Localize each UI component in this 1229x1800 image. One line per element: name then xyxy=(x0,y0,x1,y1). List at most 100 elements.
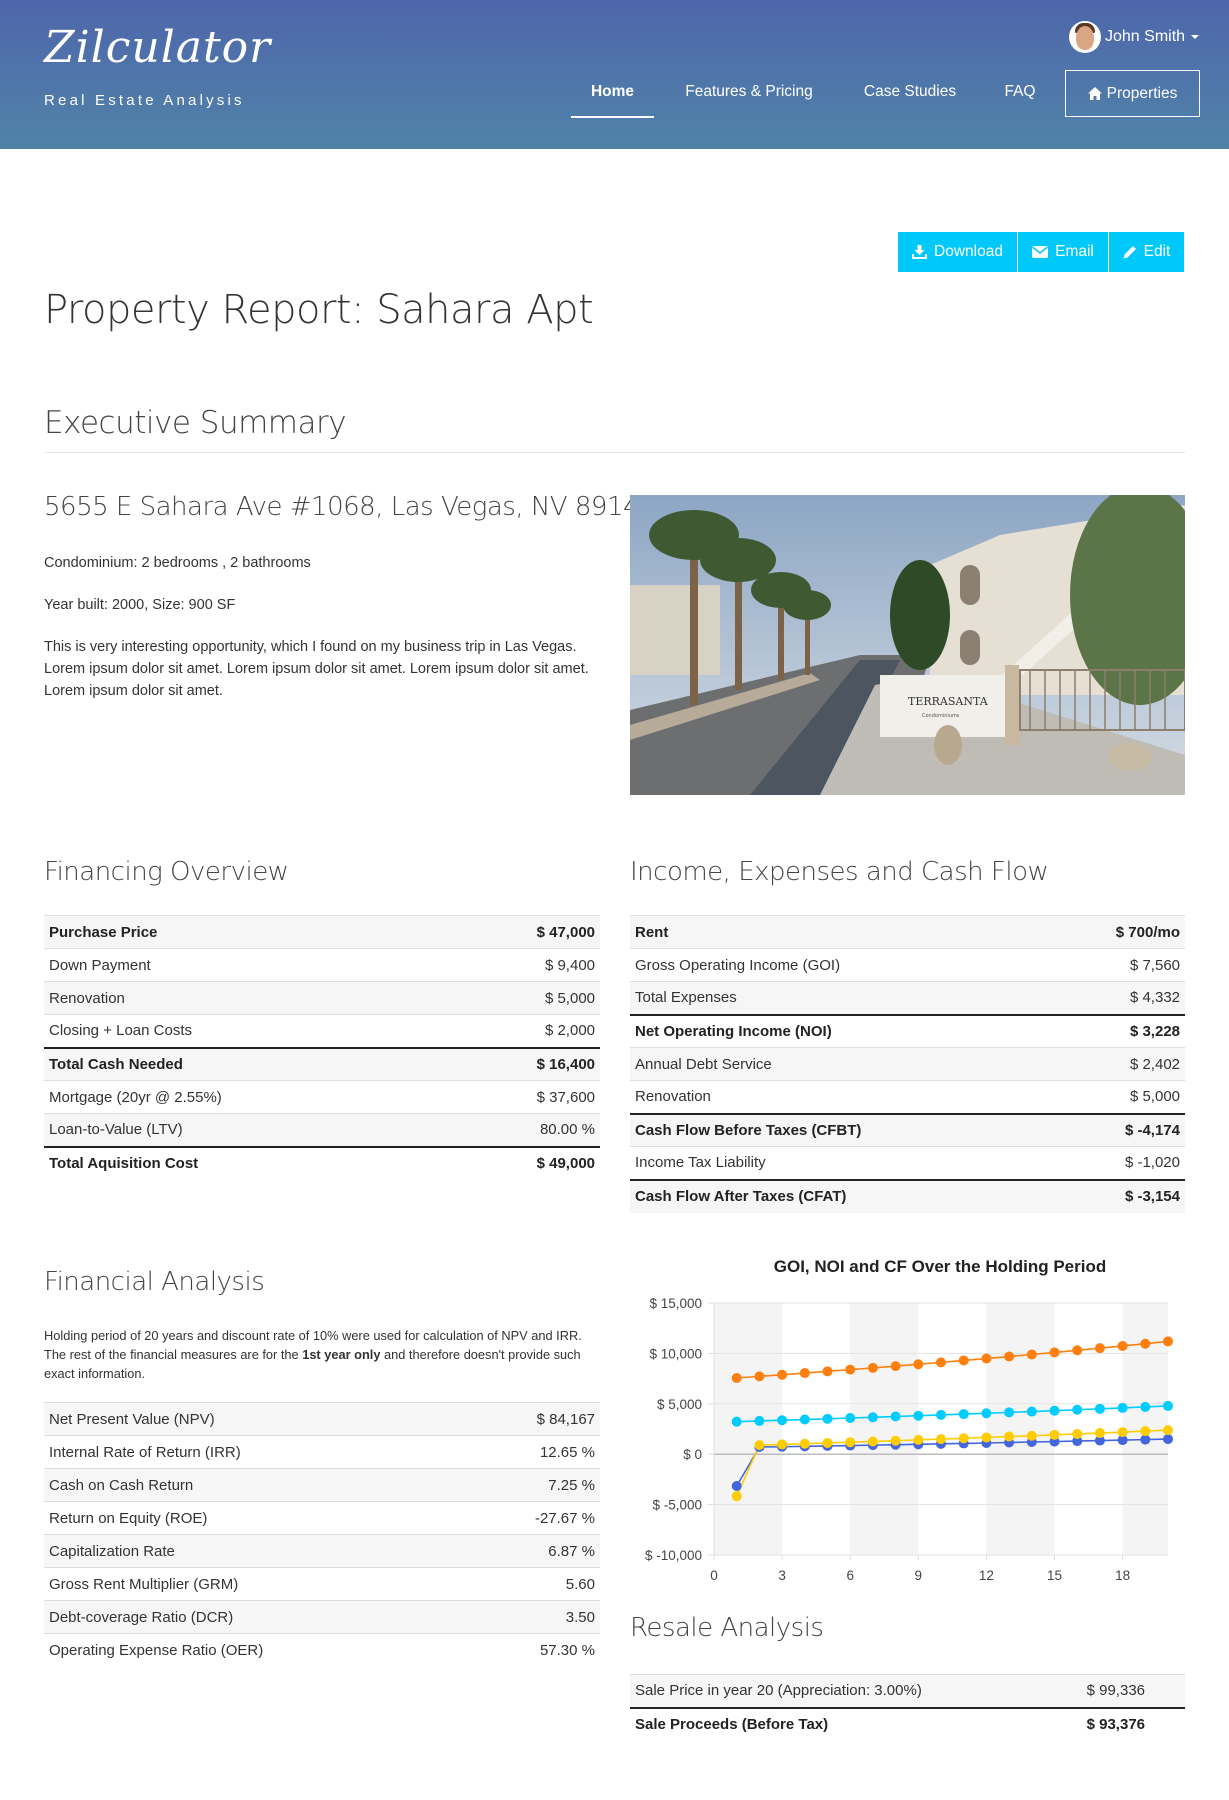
row-value: 12.65 % xyxy=(467,1435,600,1469)
table-row: Mortgage (20yr @ 2.55%) $ 37,600 xyxy=(44,1080,600,1114)
table-row: Down Payment $ 9,400 xyxy=(44,948,600,982)
property-address: 5655 E Sahara Ave #1068, Las Vegas, NV 8… xyxy=(44,492,656,522)
income-table: Rent $ 700/mo Gross Operating Income (GOI)… xyxy=(630,915,1185,1213)
data-point-cfbt xyxy=(1026,1430,1037,1441)
financial-analysis-note: Holding period of 20 years and discount … xyxy=(44,1328,582,1381)
data-point-cfbt xyxy=(1094,1428,1105,1439)
chart-title: GOI, NOI and CF Over the Holding Period xyxy=(773,1257,1107,1276)
financing-overview-heading: Financing Overview xyxy=(44,857,289,887)
user-menu[interactable]: John Smith xyxy=(1069,21,1200,53)
section-divider xyxy=(44,452,1185,453)
row-value: $ 5,000 xyxy=(448,981,600,1015)
table-row: Sale Proceeds (Before Tax) $ 93,376 xyxy=(630,1706,1185,1741)
row-value: $ 37,600 xyxy=(448,1080,600,1114)
property-photo: TERRASANTA Condominiums xyxy=(630,495,1185,795)
row-label: Cash Flow Before Taxes (CFBT) xyxy=(630,1112,1053,1147)
data-point-cfbt xyxy=(845,1437,856,1448)
data-point-goi xyxy=(1072,1345,1083,1356)
row-label: Renovation xyxy=(44,981,449,1015)
row-value: $ -1,020 xyxy=(1052,1146,1185,1180)
row-value: 7.25 % xyxy=(467,1468,600,1502)
table-row: Operating Expense Ratio (OER) 57.30 % xyxy=(44,1633,600,1667)
sign-text: TERRASANTA xyxy=(908,695,989,708)
edit-button[interactable]: Edit xyxy=(1109,232,1184,272)
row-label: Gross Rent Multiplier (GRM) xyxy=(44,1567,468,1601)
data-point-cfbt xyxy=(1072,1428,1083,1439)
row-value: 3.50 xyxy=(467,1600,600,1634)
svg-text:Condominiums: Condominiums xyxy=(922,713,960,719)
nav-features-pricing[interactable]: Features & Pricing xyxy=(672,70,826,118)
data-point-goi xyxy=(890,1361,901,1372)
data-point-noi xyxy=(1117,1402,1128,1413)
row-label: Debt-coverage Ratio (DCR) xyxy=(44,1600,468,1634)
data-point-goi xyxy=(1140,1338,1151,1349)
data-point-noi xyxy=(731,1416,742,1427)
table-row: Cash on Cash Return 7.25 % xyxy=(44,1468,600,1502)
data-point-cfbt xyxy=(1117,1427,1128,1438)
data-point-noi xyxy=(1049,1405,1060,1416)
data-point-noi xyxy=(981,1408,992,1419)
chart-band xyxy=(850,1303,919,1555)
y-tick-label: $ 15,000 xyxy=(649,1296,702,1311)
data-point-noi xyxy=(799,1414,810,1425)
table-row: Total Aquisition Cost $ 49,000 xyxy=(44,1145,600,1180)
y-tick-label: $ -5,000 xyxy=(652,1498,702,1513)
resale-analysis-heading: Resale Analysis xyxy=(630,1613,824,1643)
data-point-noi xyxy=(867,1412,878,1423)
data-point-noi xyxy=(754,1415,765,1426)
row-value: $ 3,228 xyxy=(1052,1013,1185,1048)
email-button[interactable]: Email xyxy=(1018,232,1109,272)
data-point-cfbt xyxy=(777,1439,788,1450)
site-header: Zilculator Real Estate Analysis John Smi… xyxy=(0,0,1229,149)
table-row: Total Cash Needed $ 16,400 xyxy=(44,1046,600,1081)
row-label: Total Cash Needed xyxy=(44,1046,449,1081)
data-point-cfbt xyxy=(958,1433,969,1444)
data-point-goi xyxy=(1004,1351,1015,1362)
x-tick-label: 15 xyxy=(1047,1568,1062,1583)
row-label: Rent xyxy=(630,915,1053,949)
table-row: Annual Debt Service $ 2,402 xyxy=(630,1047,1185,1081)
data-point-goi xyxy=(913,1359,924,1370)
row-value: $ -3,154 xyxy=(1052,1178,1185,1213)
data-point-goi xyxy=(822,1366,833,1377)
download-icon xyxy=(912,245,928,259)
nav-home[interactable]: Home xyxy=(571,70,654,118)
data-point-noi xyxy=(1072,1404,1083,1415)
row-label: Down Payment xyxy=(44,948,449,982)
row-label: Total Aquisition Cost xyxy=(44,1145,449,1180)
data-point-goi xyxy=(936,1357,946,1368)
table-row: Sale Price in year 20 (Appreciation: 3.0… xyxy=(630,1674,1185,1708)
row-value: $ 7,560 xyxy=(1052,948,1185,982)
executive-summary-heading: Executive Summary xyxy=(44,405,347,441)
table-row: Total Expenses $ 4,332 xyxy=(630,981,1185,1015)
data-point-noi xyxy=(1094,1403,1105,1414)
table-row: Closing + Loan Costs $ 2,000 xyxy=(44,1014,600,1048)
row-label: Annual Debt Service xyxy=(630,1047,1053,1081)
y-tick-label: $ 5,000 xyxy=(657,1397,702,1412)
logo[interactable]: Zilculator xyxy=(44,22,271,73)
home-icon xyxy=(1087,87,1102,100)
x-tick-label: 3 xyxy=(778,1568,786,1583)
row-value: 5.60 xyxy=(467,1567,600,1601)
table-row: Purchase Price $ 47,000 xyxy=(44,915,600,949)
data-point-noi xyxy=(1026,1406,1037,1417)
row-label: Income Tax Liability xyxy=(630,1146,1053,1180)
data-point-noi xyxy=(1004,1407,1015,1418)
data-point-cfbt xyxy=(1163,1425,1173,1436)
y-tick-label: $ 10,000 xyxy=(649,1346,702,1361)
download-button[interactable]: Download xyxy=(898,232,1018,272)
row-label: Sale Price in year 20 (Appreciation: 3.0… xyxy=(630,1674,1042,1708)
row-label: Return on Equity (ROE) xyxy=(44,1501,468,1535)
row-value: $ 2,000 xyxy=(448,1014,600,1048)
table-row: Gross Rent Multiplier (GRM) 5.60 xyxy=(44,1567,600,1601)
y-tick-label: $ -10,000 xyxy=(645,1548,702,1563)
properties-button[interactable]: Properties xyxy=(1065,70,1200,117)
row-label: Internal Rate of Return (IRR) xyxy=(44,1435,468,1469)
data-point-cfbt xyxy=(890,1435,901,1446)
nav-faq[interactable]: FAQ xyxy=(995,70,1045,118)
data-point-noi xyxy=(913,1410,924,1421)
page-title: Property Report: Sahara Apt xyxy=(44,287,594,333)
data-point-noi xyxy=(822,1413,833,1424)
nav-case-studies[interactable]: Case Studies xyxy=(852,70,968,118)
table-row: Loan-to-Value (LTV) 80.00 % xyxy=(44,1113,600,1147)
